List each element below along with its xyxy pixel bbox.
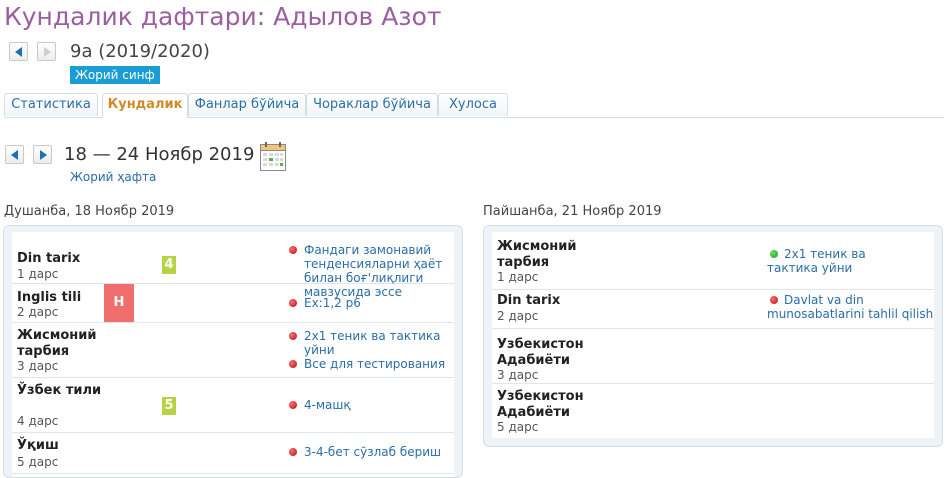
prev-week-button[interactable] (5, 145, 24, 164)
lesson-row: Узбекистон Адабиёти 3 дарс (492, 329, 934, 384)
lesson-row: Жисмоний тарбия 1 дарс 2х1 теник ва такт… (492, 232, 934, 290)
lesson-row: Inglis tili 2 дарс Н Ex:1,2 p6 (12, 284, 454, 323)
lesson-number: 1 дарс (497, 270, 539, 284)
tab-by-subjects[interactable]: Фанлар бўйича (188, 93, 306, 116)
lesson-number: 2 дарс (497, 309, 539, 323)
homework-status-icon (289, 448, 297, 456)
subject-name: Din tarix (17, 251, 81, 266)
subject-name: Жисмоний тарбия (497, 239, 577, 270)
homework-link[interactable]: 2х1 теник ва тактика уйни (304, 329, 454, 357)
homework-link[interactable]: 4-машқ (304, 398, 351, 412)
prev-class-button[interactable] (9, 42, 28, 61)
homework-link[interactable]: Все для тестирования (304, 357, 445, 371)
lesson-row: Din tarix 1 дарс 4 Фандаги замонавий тен… (12, 232, 454, 299)
tab-bar: Статистика Кундалик Фанлар бўйича Чоракл… (4, 93, 944, 118)
homework-link[interactable]: 3-4-бет сўзлаб бериш (304, 445, 441, 459)
lesson-row: Узбекистон Адабиёти 5 дарс (492, 384, 934, 439)
lesson-row: Din tarix 2 дарс Davlat va din munosabat… (492, 290, 934, 329)
week-range: 18 — 24 Ноябр 2019 (64, 144, 255, 165)
current-week-link[interactable]: Жорий ҳафта (70, 170, 156, 184)
day-title-thursday: Пайшанба, 21 Ноябр 2019 (483, 204, 662, 219)
lesson-row: Ўқиш 5 дарс 3-4-бет сўзлаб бериш (12, 433, 454, 474)
tab-statistics[interactable]: Статистика (4, 93, 98, 116)
next-class-button[interactable] (37, 42, 56, 61)
calendar-icon[interactable] (259, 141, 287, 172)
day-card-thursday: Жисмоний тарбия 1 дарс 2х1 теник ва такт… (483, 225, 943, 447)
lesson-row: Жисмоний тарбия 3 дарс 2х1 теник ва такт… (12, 323, 454, 378)
subject-name: Ўқиш (17, 438, 59, 453)
subject-name: Жисмоний тарбия (17, 328, 97, 359)
lesson-row: Ўзбек тили 4 дарс 5 4-машқ (12, 378, 454, 433)
tab-by-quarters[interactable]: Чораклар бўйича (306, 93, 438, 116)
lesson-number: 2 дарс (17, 305, 59, 319)
homework-link[interactable]: Davlat va din munosabatlarini tahlil qil… (767, 293, 937, 321)
current-class-badge: Жорий синф (70, 66, 160, 84)
homework-status-icon (289, 299, 297, 307)
homework-status-icon (289, 360, 297, 368)
subject-name: Ўзбек тили (17, 383, 102, 398)
subject-name: Узбекистон Адабиёти (497, 337, 584, 368)
subject-name: Inglis tili (17, 290, 82, 305)
lesson-number: 3 дарс (17, 359, 59, 373)
homework-link[interactable]: Ex:1,2 p6 (304, 296, 361, 310)
homework-status-icon (289, 401, 297, 409)
day-title-monday: Душанба, 18 Ноябр 2019 (4, 204, 175, 219)
homework-link[interactable]: 2х1 теник ва тактика уйни (767, 247, 917, 275)
absence-badge[interactable]: Н (104, 284, 134, 322)
subject-name: Din tarix (497, 293, 561, 308)
next-week-button[interactable] (33, 145, 52, 164)
lesson-number: 3 дарс (497, 368, 539, 382)
subject-name: Узбекистон Адабиёти (497, 389, 584, 420)
grade-badge[interactable]: 5 (162, 397, 176, 415)
lesson-number: 5 дарс (497, 420, 539, 434)
lesson-number: 5 дарс (17, 455, 59, 469)
homework-status-icon (289, 332, 297, 340)
tab-summary[interactable]: Хулоса (438, 93, 508, 116)
page-title: Кундалик дафтари: Адылов Азот (4, 2, 442, 31)
class-title: 9а (2019/2020) (70, 41, 210, 62)
grade-badge[interactable]: 4 (162, 256, 176, 274)
tab-diary[interactable]: Кундалик (102, 93, 188, 118)
day-card-monday: Din tarix 1 дарс 4 Фандаги замонавий тен… (3, 225, 463, 478)
lesson-number: 1 дарс (17, 267, 59, 281)
lesson-number: 4 дарс (17, 414, 59, 428)
homework-status-icon (289, 246, 297, 254)
